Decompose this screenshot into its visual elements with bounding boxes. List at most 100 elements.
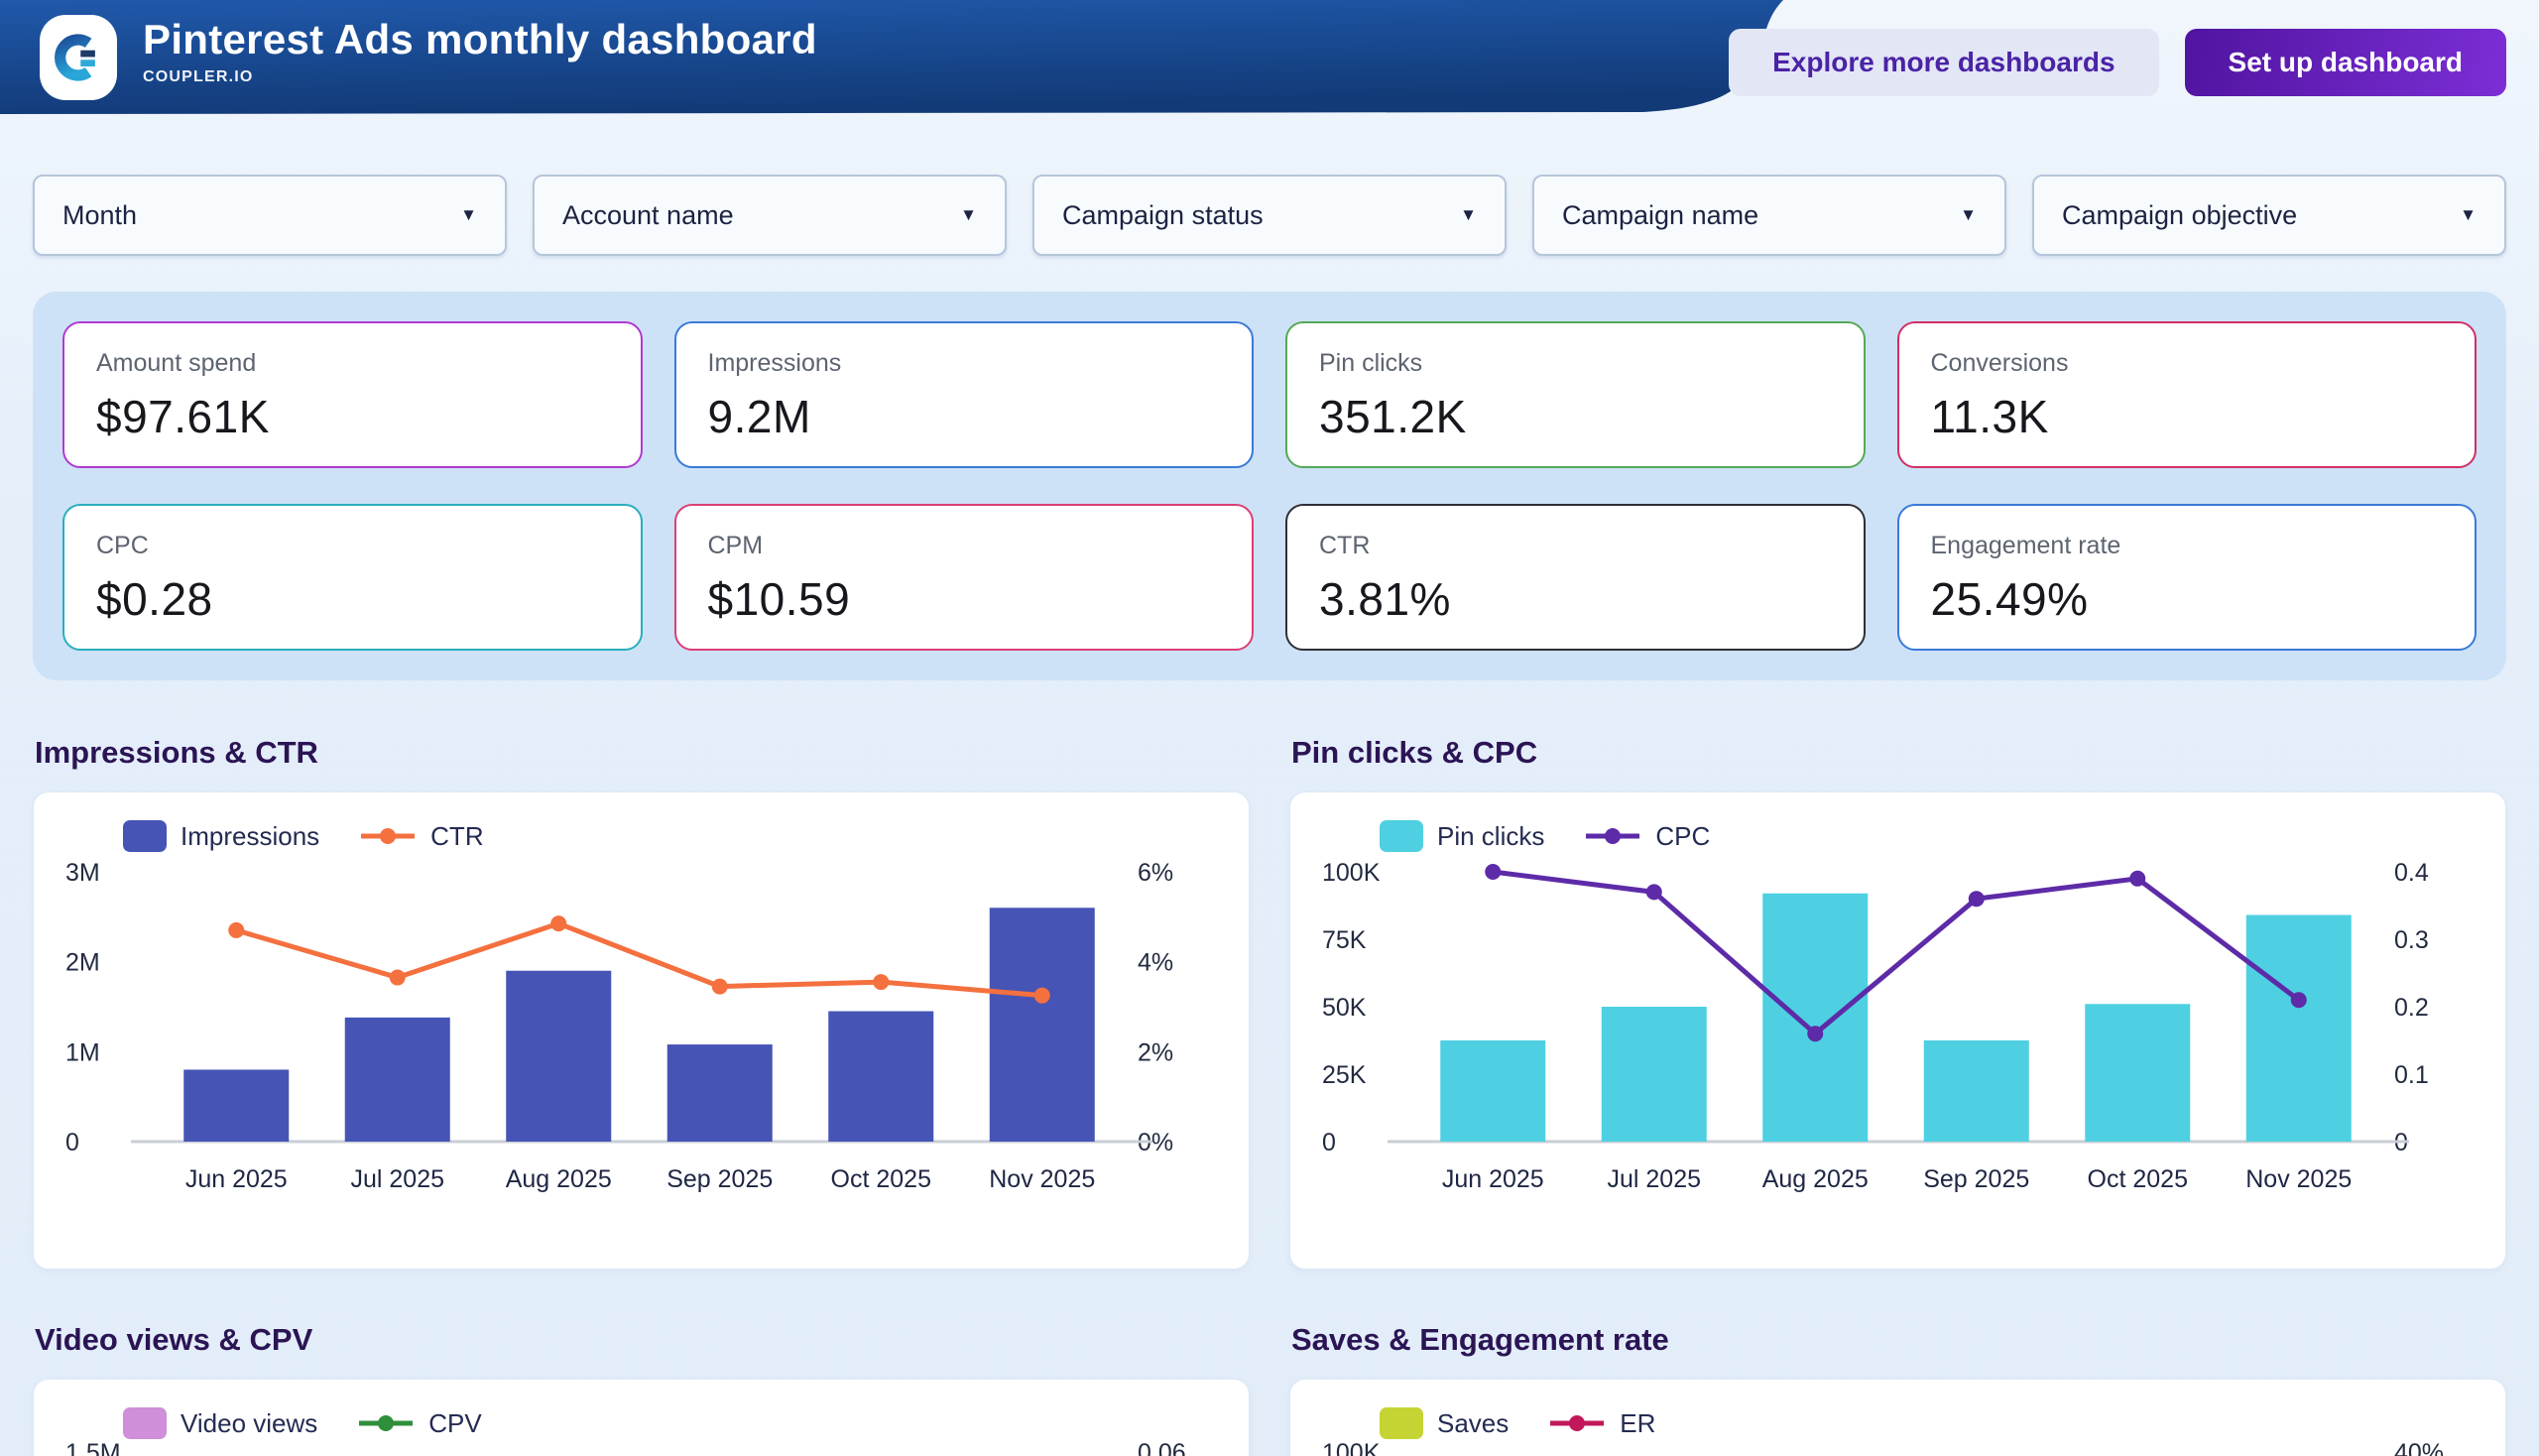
legend-line-swatch-icon <box>359 826 417 846</box>
legend-item-bar: Saves <box>1380 1407 1509 1439</box>
x-axis-category-label: Aug 2025 <box>506 1165 612 1193</box>
right-axis-tick-label: 4% <box>1138 949 1173 977</box>
legend-item-bar: Video views <box>123 1407 317 1439</box>
pin-clicks-cpc-chart-card: Pin clicksCPC 025K50K75K100K00.10.20.30.… <box>1289 791 2506 1270</box>
legend-item-line: CTR <box>359 821 483 852</box>
kpi-value: 9.2M <box>708 390 1253 443</box>
legend-line-swatch-icon <box>357 1413 415 1433</box>
legend-item-line: ER <box>1548 1408 1655 1439</box>
legend-bar-swatch-icon <box>1380 820 1423 852</box>
chart-legend: Saves ER <box>1318 1405 2478 1441</box>
left-axis-tick-label: 0 <box>1322 1129 1336 1156</box>
month-filter-label: Month <box>62 200 137 231</box>
chart-plot: 025K50K75K100K00.10.20.30.4Jun 2025Jul 2… <box>1318 858 2478 1215</box>
kpi-value: 3.81% <box>1319 572 1864 626</box>
chart-title-pin-clicks-cpc: Pin clicks & CPC <box>1291 734 2506 772</box>
x-axis-category-label: Sep 2025 <box>1923 1165 2029 1193</box>
x-axis-category-label: Jul 2025 <box>350 1165 444 1193</box>
kpi-label: Engagement rate <box>1931 532 2476 560</box>
page-title: Pinterest Ads monthly dashboard <box>143 16 817 63</box>
kpi-value: 351.2K <box>1319 390 1864 443</box>
impressions-ctr-chart-card: ImpressionsCTR 01M2M3M0%2%4%6%Jun 2025Ju… <box>33 791 1250 1270</box>
legend-item-line: CPV <box>357 1408 481 1439</box>
header: Pinterest Ads monthly dashboard COUPLER.… <box>0 0 2539 114</box>
line-point-Aug 2025 <box>550 915 566 931</box>
kpi-label: CPC <box>96 532 641 560</box>
kpi-card-amount-spend: Amount spend $97.61K <box>62 321 643 468</box>
bar-Jul 2025 <box>345 1018 450 1142</box>
kpi-card-cpc: CPC $0.28 <box>62 504 643 651</box>
chevron-down-icon: ▼ <box>460 205 477 225</box>
campaign-status-filter-label: Campaign status <box>1062 200 1264 231</box>
left-axis-tick-label: 25K <box>1322 1061 1367 1089</box>
x-axis-category-label: Jun 2025 <box>1442 1165 1544 1193</box>
legend-item-bar: Impressions <box>123 820 319 852</box>
bar-Aug 2025 <box>506 971 611 1142</box>
legend-label: CTR <box>430 821 483 852</box>
chart-legend: Pin clicksCPC <box>1318 818 2478 854</box>
legend-line-swatch-icon <box>1584 826 1641 846</box>
right-axis-tick-label: 40% <box>2394 1439 2444 1456</box>
x-axis-category-label: Oct 2025 <box>2088 1165 2188 1193</box>
chart-legend: Impressions CTR <box>61 818 1221 854</box>
legend-label: CPV <box>428 1408 481 1439</box>
coupler-logo-icon <box>52 31 105 84</box>
kpi-label: CTR <box>1319 532 1864 560</box>
account-name-filter-dropdown[interactable]: Account name ▼ <box>533 175 1007 256</box>
legend-label: ER <box>1620 1408 1655 1439</box>
chart-plot: 1.5M0.06 <box>61 1445 1221 1456</box>
kpi-label: Pin clicks <box>1319 349 1864 378</box>
chart-title-impressions-ctr: Impressions & CTR <box>35 734 1250 772</box>
campaign-objective-filter-dropdown[interactable]: Campaign objective ▼ <box>2032 175 2506 256</box>
video-views-cpv-section: Video views & CPV Video viewsCPV 1.5M0.0… <box>33 1270 1250 1456</box>
month-filter-dropdown[interactable]: Month ▼ <box>33 175 507 256</box>
x-axis-category-label: Oct 2025 <box>831 1165 931 1193</box>
chevron-down-icon: ▼ <box>2460 205 2477 225</box>
kpi-value: 25.49% <box>1931 572 2476 626</box>
left-axis-tick-label: 75K <box>1322 926 1367 954</box>
left-axis-tick-label: 100K <box>1322 859 1381 887</box>
right-axis-tick-label: 0.3 <box>2394 926 2429 954</box>
bar-Nov 2025 <box>990 908 1095 1142</box>
saves-engagement-rate-section: Saves & Engagement rate SavesER 100K40% <box>1289 1270 2506 1456</box>
line-point-Aug 2025 <box>1807 1026 1823 1041</box>
filter-bar: Month ▼ Account name ▼ Campaign status ▼… <box>33 175 2506 256</box>
campaign-name-filter-label: Campaign name <box>1562 200 1758 231</box>
right-axis-tick-label: 0.1 <box>2394 1061 2429 1089</box>
impressions-ctr-section: Impressions & CTR ImpressionsCTR 01M2M3M… <box>33 680 1250 1270</box>
campaign-status-filter-dropdown[interactable]: Campaign status ▼ <box>1032 175 1507 256</box>
legend-bar-swatch-icon <box>1380 1407 1423 1439</box>
right-axis-tick-label: 2% <box>1138 1038 1173 1066</box>
bar-Jul 2025 <box>1602 1007 1707 1142</box>
kpi-label: Impressions <box>708 349 1253 378</box>
left-axis-tick-label: 50K <box>1322 994 1367 1022</box>
chevron-down-icon: ▼ <box>960 205 977 225</box>
kpi-card-engagement-rate: Engagement rate 25.49% <box>1897 504 2478 651</box>
chevron-down-icon: ▼ <box>1960 205 1977 225</box>
saves-er-chart-card: SavesER 100K40% <box>1289 1379 2506 1456</box>
legend-label: Pin clicks <box>1437 821 1544 852</box>
line-point-Nov 2025 <box>1034 988 1050 1004</box>
header-buttons: Explore more dashboards Set up dashboard <box>1729 29 2506 96</box>
x-axis-category-label: Jul 2025 <box>1607 1165 1701 1193</box>
kpi-card-cpm: CPM $10.59 <box>674 504 1255 651</box>
legend-bar-swatch-icon <box>123 820 167 852</box>
x-axis-category-label: Nov 2025 <box>2245 1165 2352 1193</box>
set-up-dashboard-button[interactable]: Set up dashboard <box>2185 29 2506 96</box>
right-axis-tick-label: 0.06 <box>1138 1439 1186 1456</box>
line-point-Sep 2025 <box>1969 891 1985 907</box>
explore-more-dashboards-button[interactable]: Explore more dashboards <box>1729 29 2158 96</box>
campaign-name-filter-dropdown[interactable]: Campaign name ▼ <box>1532 175 2006 256</box>
legend-line-swatch-icon <box>1548 1413 1606 1433</box>
kpi-card-ctr: CTR 3.81% <box>1285 504 1866 651</box>
right-axis-tick-label: 0.4 <box>2394 859 2429 887</box>
legend-label: Impressions <box>181 821 319 852</box>
legend-bar-swatch-icon <box>123 1407 167 1439</box>
page-subtitle: COUPLER.IO <box>143 68 817 86</box>
line-series <box>236 923 1042 996</box>
kpi-panel: Amount spend $97.61K Impressions 9.2M Pi… <box>33 292 2506 680</box>
x-axis-category-label: Aug 2025 <box>1762 1165 1869 1193</box>
kpi-value: $10.59 <box>708 572 1253 626</box>
left-axis-tick-label: 1.5M <box>65 1439 121 1456</box>
kpi-label: Conversions <box>1931 349 2476 378</box>
